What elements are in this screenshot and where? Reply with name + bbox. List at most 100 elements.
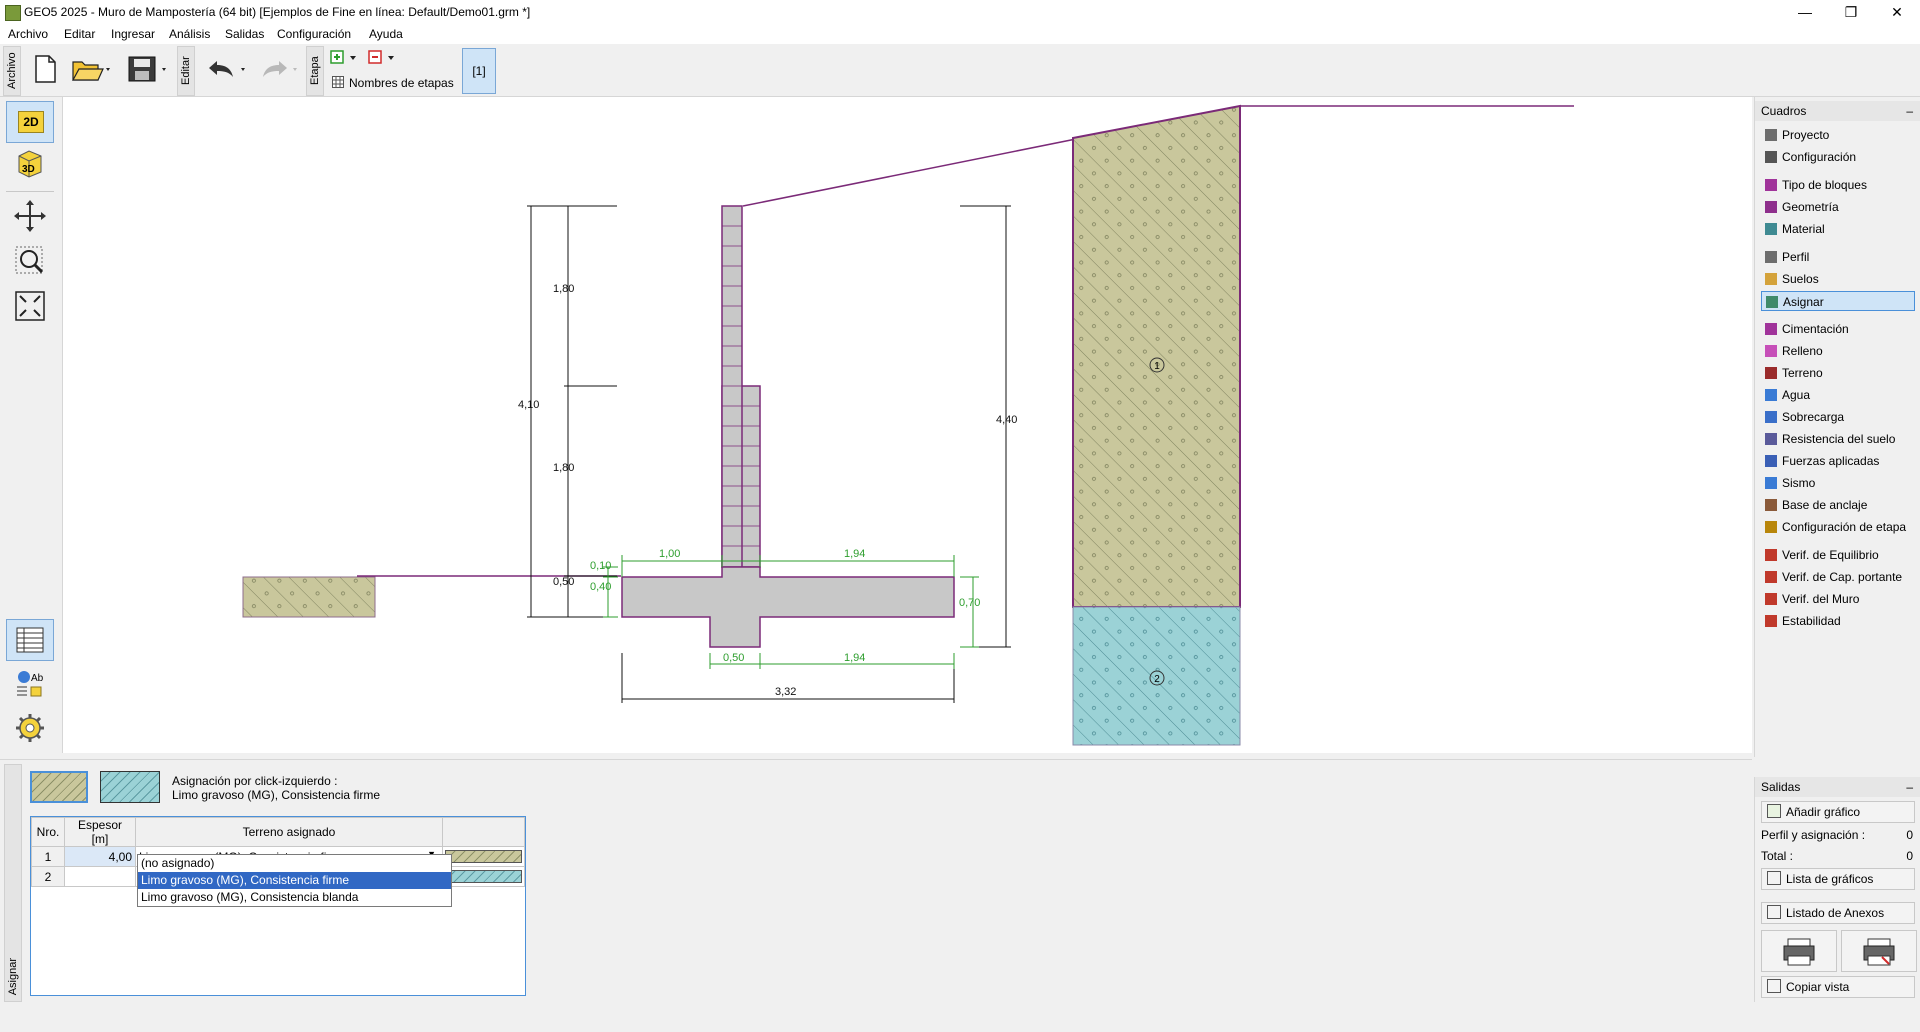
frame-item-tipo-de-bloques[interactable]: Tipo de bloques bbox=[1761, 175, 1915, 195]
menu-analisis[interactable]: Análisis bbox=[169, 27, 210, 41]
foundation bbox=[621, 566, 955, 648]
frame-item-verif-de-cap-portante[interactable]: Verif. de Cap. portante bbox=[1761, 567, 1915, 587]
soil-dropdown-list: (no asignado) Limo gravoso (MG), Consist… bbox=[137, 854, 452, 907]
soil-layer-1[interactable] bbox=[1072, 104, 1241, 608]
layer-1-label: 1 bbox=[1154, 361, 1160, 372]
soil-swatch-soft[interactable] bbox=[100, 771, 160, 803]
view-2d-button[interactable]: 2D bbox=[6, 101, 54, 143]
add-stage-icon[interactable] bbox=[330, 50, 360, 69]
thickness-cell[interactable] bbox=[64, 866, 136, 887]
total-label: Total : bbox=[1761, 849, 1794, 863]
frame-item-agua[interactable]: Agua bbox=[1761, 385, 1915, 405]
menu-editar[interactable]: Editar bbox=[64, 27, 95, 41]
frame-item-sobrecarga[interactable]: Sobrecarga bbox=[1761, 407, 1915, 427]
dim-194-bottom: 1,94 bbox=[844, 652, 865, 664]
stage-names-icon[interactable] bbox=[332, 76, 344, 91]
frame-item-label: Agua bbox=[1782, 388, 1811, 402]
frame-item-relleno[interactable]: Relleno bbox=[1761, 341, 1915, 361]
graph-list-icon bbox=[1767, 871, 1781, 885]
frame-item-proyecto[interactable]: Proyecto bbox=[1761, 125, 1915, 145]
minimize-button[interactable]: — bbox=[1782, 0, 1828, 24]
frame-item-suelos[interactable]: Suelos bbox=[1761, 269, 1915, 289]
assign-side-tab[interactable]: Asignar bbox=[4, 764, 22, 1002]
frame-item-asignar[interactable]: Asignar bbox=[1761, 291, 1915, 311]
pan-button[interactable] bbox=[6, 195, 54, 237]
frame-item-resistencia-del-suelo[interactable]: Resistencia del suelo bbox=[1761, 429, 1915, 449]
svg-text:Ab: Ab bbox=[31, 673, 44, 684]
menu-archivo[interactable]: Archivo bbox=[8, 27, 48, 41]
dim-194-top: 1,94 bbox=[844, 548, 865, 560]
profile-label: Perfil y asignación : bbox=[1761, 828, 1866, 842]
soil-swatch-firm[interactable] bbox=[30, 771, 88, 803]
zoom-button[interactable] bbox=[6, 239, 54, 281]
soils-icon bbox=[1765, 273, 1777, 285]
print-pdf-button[interactable] bbox=[1841, 930, 1917, 972]
frame-item-verif-del-muro[interactable]: Verif. del Muro bbox=[1761, 589, 1915, 609]
frame-item-geometría[interactable]: Geometría bbox=[1761, 197, 1915, 217]
frame-item-label: Fuerzas aplicadas bbox=[1782, 454, 1880, 468]
dropdown-option-soft[interactable]: Limo gravoso (MG), Consistencia blanda bbox=[138, 889, 451, 906]
frame-item-sismo[interactable]: Sismo bbox=[1761, 473, 1915, 493]
frame-item-configuración-de-etapa[interactable]: Configuración de etapa bbox=[1761, 517, 1915, 537]
frame-item-fuerzas-aplicadas[interactable]: Fuerzas aplicadas bbox=[1761, 451, 1915, 471]
col-pattern bbox=[442, 817, 525, 847]
print-button[interactable] bbox=[1761, 930, 1837, 972]
open-folder-icon[interactable] bbox=[70, 52, 110, 86]
add-graph-button[interactable]: Añadir gráfico bbox=[1761, 801, 1915, 823]
copy-view-button[interactable]: Copiar vista bbox=[1761, 976, 1915, 998]
dim-050-base: 0,50 bbox=[723, 652, 744, 664]
main-toolbar: Archivo Editar Etapa Nombres de etapas [… bbox=[0, 44, 1920, 97]
settings-button[interactable] bbox=[6, 707, 54, 749]
frame-item-verif-de-equilibrio[interactable]: Verif. de Equilibrio bbox=[1761, 545, 1915, 565]
save-icon[interactable] bbox=[126, 52, 166, 86]
assign-info-line2: Limo gravoso (MG), Consistencia firme bbox=[172, 788, 381, 802]
dim-440: 4,40 bbox=[996, 414, 1017, 426]
view-3d-button[interactable]: 3D bbox=[6, 143, 54, 185]
thickness-cell[interactable]: 4,00 bbox=[64, 846, 136, 867]
fit-view-button[interactable] bbox=[6, 285, 54, 327]
frame-item-estabilidad[interactable]: Estabilidad bbox=[1761, 611, 1915, 631]
dim-040: 0,40 bbox=[590, 581, 611, 593]
close-button[interactable]: ✕ bbox=[1874, 0, 1920, 24]
frame-item-base-de-anclaje[interactable]: Base de anclaje bbox=[1761, 495, 1915, 515]
frames-panel: Cuadros – Proyecto Configuración Tipo de b… bbox=[1754, 97, 1920, 757]
anchor-base-icon bbox=[1765, 499, 1777, 511]
legend-styles-button[interactable]: Ab bbox=[6, 662, 54, 704]
menu-salidas[interactable]: Salidas bbox=[225, 27, 264, 41]
frame-item-terreno[interactable]: Terreno bbox=[1761, 363, 1915, 383]
graph-list-button[interactable]: Lista de gráficos bbox=[1761, 868, 1915, 890]
dropdown-option-firm[interactable]: Limo gravoso (MG), Consistencia firme bbox=[138, 872, 451, 889]
frame-item-configuración[interactable]: Configuración bbox=[1761, 147, 1915, 167]
maximize-button[interactable]: ❐ bbox=[1828, 0, 1874, 24]
drawing-canvas[interactable]: 1 2 1,80 1,80 4,10 0,50 4,40 3,32 1,00 1… bbox=[63, 97, 1752, 753]
table-view-button[interactable] bbox=[6, 619, 54, 661]
terrain-icon bbox=[1765, 367, 1777, 379]
menu-ingresar[interactable]: Ingresar bbox=[111, 27, 155, 41]
collapse-icon[interactable]: – bbox=[1906, 777, 1913, 797]
annex-list-button[interactable]: Listado de Anexos bbox=[1761, 902, 1915, 924]
dropdown-option-unassigned[interactable]: (no asignado) bbox=[138, 855, 451, 872]
stage-names-button[interactable]: Nombres de etapas bbox=[349, 76, 454, 90]
title-bar: GEO5 2025 - Muro de Mampostería (64 bit)… bbox=[0, 0, 1920, 24]
profile-icon bbox=[1765, 251, 1777, 263]
annex-list-icon bbox=[1767, 905, 1781, 919]
frame-item-cimentación[interactable]: Cimentación bbox=[1761, 319, 1915, 339]
new-file-icon[interactable] bbox=[28, 52, 62, 86]
row-number: 1 bbox=[31, 846, 65, 867]
frame-item-material[interactable]: Material bbox=[1761, 219, 1915, 239]
menu-ayuda[interactable]: Ayuda bbox=[369, 27, 403, 41]
stage-1-tab[interactable]: [1] bbox=[462, 48, 496, 94]
frame-item-label: Resistencia del suelo bbox=[1782, 432, 1896, 446]
redo-icon[interactable] bbox=[255, 54, 297, 88]
undo-icon[interactable] bbox=[203, 54, 245, 88]
collapse-icon[interactable]: – bbox=[1906, 101, 1913, 121]
dim-070: 0,70 bbox=[959, 597, 980, 609]
frame-item-perfil[interactable]: Perfil bbox=[1761, 247, 1915, 267]
col-thickness: Espesor [m] bbox=[64, 817, 136, 847]
assign-side-label: Asignar bbox=[7, 957, 19, 995]
remove-stage-icon[interactable] bbox=[368, 50, 398, 69]
wall-stem bbox=[721, 205, 743, 568]
fit-view-icon bbox=[15, 291, 45, 321]
menu-configuracion[interactable]: Configuración bbox=[277, 27, 351, 41]
add-graph-icon bbox=[1767, 804, 1781, 818]
